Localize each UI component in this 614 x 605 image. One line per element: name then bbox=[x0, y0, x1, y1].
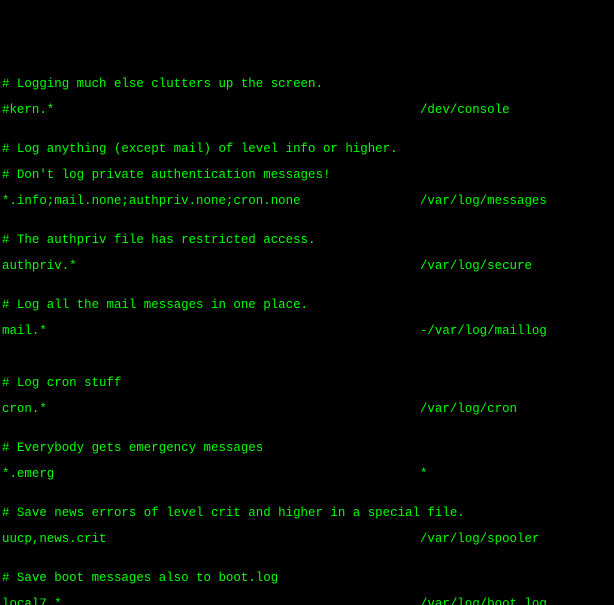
config-line: # Log all the mail messages in one place… bbox=[2, 299, 612, 312]
config-line: # Everybody gets emergency messages bbox=[2, 442, 612, 455]
config-line: # Logging much else clutters up the scre… bbox=[2, 78, 612, 91]
config-line: *.emerg * bbox=[2, 468, 612, 481]
config-line: # Save boot messages also to boot.log bbox=[2, 572, 612, 585]
config-line: # Log cron stuff bbox=[2, 377, 612, 390]
config-line: # The authpriv file has restricted acces… bbox=[2, 234, 612, 247]
config-line: # Log anything (except mail) of level in… bbox=[2, 143, 612, 156]
config-line: *.info;mail.none;authpriv.none;cron.none… bbox=[2, 195, 612, 208]
terminal-window[interactable]: # Logging much else clutters up the scre… bbox=[0, 65, 614, 605]
config-line: #kern.* /dev/console bbox=[2, 104, 612, 117]
config-line: uucp,news.crit /var/log/spooler bbox=[2, 533, 612, 546]
config-line: local7.* /var/log/boot.log bbox=[2, 598, 612, 605]
config-line: mail.* -/var/log/maillog bbox=[2, 325, 612, 338]
config-line: # Save news errors of level crit and hig… bbox=[2, 507, 612, 520]
config-line: authpriv.* /var/log/secure bbox=[2, 260, 612, 273]
config-line: cron.* /var/log/cron bbox=[2, 403, 612, 416]
config-line: # Don't log private authentication messa… bbox=[2, 169, 612, 182]
